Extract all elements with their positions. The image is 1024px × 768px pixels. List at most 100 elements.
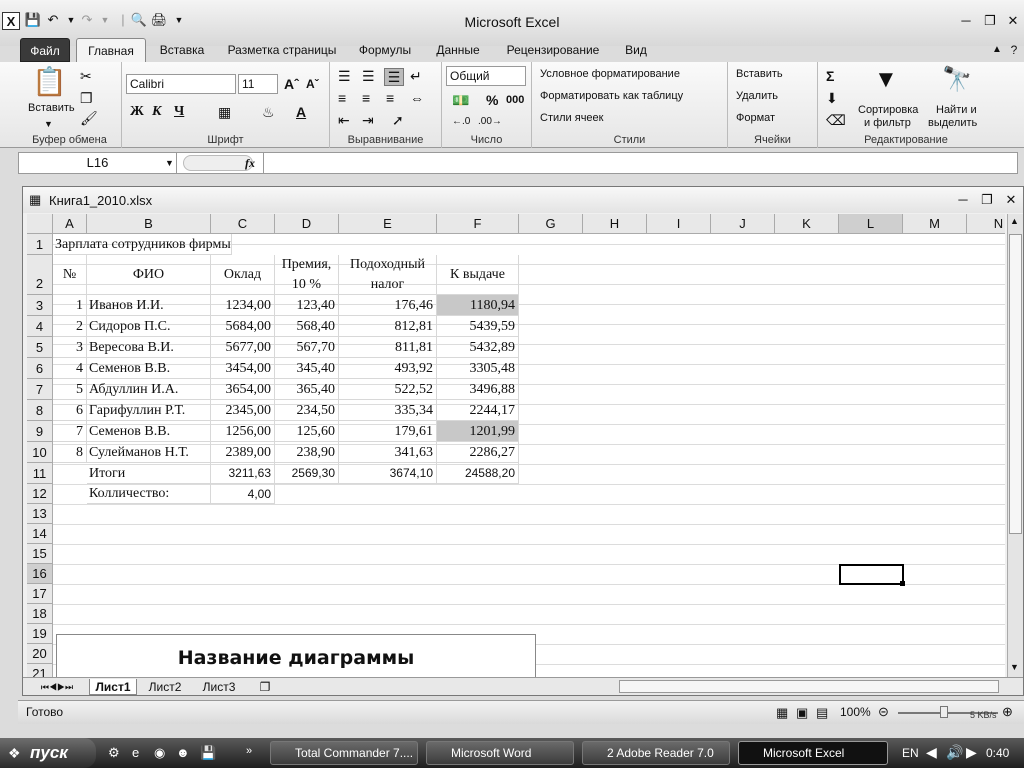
row-header[interactable]: 10	[27, 442, 53, 463]
zoom-slider-thumb[interactable]	[940, 706, 948, 718]
totals-tax[interactable]: 3674,10	[339, 463, 437, 484]
cell-bonus[interactable]: 567,70	[275, 337, 339, 358]
cell-pay[interactable]: 3496,88	[437, 379, 519, 400]
row-header[interactable]: 4	[27, 316, 53, 337]
row-header[interactable]: 3	[27, 295, 53, 316]
align-left-icon[interactable]: ≡	[338, 90, 346, 106]
zoom-out-icon[interactable]: ⊝	[878, 704, 889, 720]
cell-bonus[interactable]: 238,90	[275, 442, 339, 463]
tab-page-layout[interactable]: Разметка страницы	[222, 38, 342, 62]
column-header[interactable]: A	[53, 214, 87, 234]
underline-button[interactable]: Ч	[174, 104, 184, 120]
delete-cells-button[interactable]: Удалить	[736, 90, 778, 102]
row-header[interactable]: 5	[27, 337, 53, 358]
orientation-icon[interactable]: ➚	[392, 112, 404, 128]
find-select-button[interactable]: Найти и	[936, 104, 977, 116]
column-header[interactable]: J	[711, 214, 775, 234]
task-adobe-reader[interactable]: 2 Adobe Reader 7.0	[582, 741, 730, 765]
cell-fio[interactable]: Сидоров П.С.	[87, 316, 211, 337]
merge-center-icon[interactable]: ⇔	[410, 90, 424, 106]
increase-decimal-icon[interactable]: ←.0	[452, 114, 470, 130]
paste-button[interactable]: Вставить	[28, 102, 75, 114]
tab-home[interactable]: Главная	[76, 38, 146, 62]
row-header[interactable]: 14	[27, 524, 53, 544]
cell-num[interactable]: 6	[53, 400, 87, 421]
column-header[interactable]: I	[647, 214, 711, 234]
formula-input[interactable]	[263, 153, 1015, 173]
totals-bonus[interactable]: 2569,30	[275, 463, 339, 484]
zoom-level[interactable]: 100%	[840, 705, 871, 719]
cell-fio[interactable]: Сулейманов Н.Т.	[87, 442, 211, 463]
task-word[interactable]: Microsoft Word	[426, 741, 574, 765]
header-tax[interactable]: Подоходный налог	[339, 255, 437, 295]
cell-tax[interactable]: 811,81	[339, 337, 437, 358]
row-header[interactable]: 19	[27, 624, 53, 644]
chart-title[interactable]: Название диаграммы	[57, 647, 535, 669]
format-as-table-button[interactable]: Форматировать как таблицу	[540, 90, 683, 102]
name-box-dropdown-icon[interactable]: ▼	[165, 153, 174, 173]
cell-pay[interactable]: 1180,94	[437, 295, 519, 316]
row-header[interactable]: 18	[27, 604, 53, 624]
column-header[interactable]: K	[775, 214, 839, 234]
cell-tax[interactable]: 341,63	[339, 442, 437, 463]
sheet-nav-icons[interactable]: ⏮◀▶⏭	[29, 679, 85, 695]
quicklaunch-icon-1[interactable]: ⚙	[108, 745, 120, 761]
totals-label[interactable]: Итоги	[87, 463, 211, 484]
scroll-up-icon[interactable]: ▲	[1010, 216, 1019, 226]
zoom-in-icon[interactable]: ⊕	[1002, 704, 1013, 720]
cell-fio[interactable]: Семенов В.В.	[87, 358, 211, 379]
italic-button[interactable]: К	[152, 104, 162, 120]
language-indicator[interactable]: EN	[902, 746, 919, 760]
cell-salary[interactable]: 1256,00	[211, 421, 275, 442]
cell-salary[interactable]: 5684,00	[211, 316, 275, 337]
column-header[interactable]: F	[437, 214, 519, 234]
cell-salary[interactable]: 3654,00	[211, 379, 275, 400]
close-icon[interactable]: ✕	[1003, 13, 1023, 29]
borders-icon[interactable]: ▦	[218, 104, 231, 120]
count-value[interactable]: 4,00	[211, 484, 275, 504]
align-bottom-icon[interactable]: ☰	[384, 68, 404, 86]
row-header[interactable]: 6	[27, 358, 53, 379]
cell-salary[interactable]: 3454,00	[211, 358, 275, 379]
cell-salary[interactable]: 2389,00	[211, 442, 275, 463]
tab-data[interactable]: Данные	[428, 38, 488, 62]
tray-icon-other[interactable]: ▶	[966, 744, 977, 761]
copy-icon[interactable]: ❐	[80, 90, 93, 106]
currency-icon[interactable]: 💵	[452, 92, 469, 108]
column-header[interactable]: G	[519, 214, 583, 234]
cell-fio[interactable]: Семенов В.В.	[87, 421, 211, 442]
row-header[interactable]: 8	[27, 400, 53, 421]
sheet-tab-2[interactable]: Лист2	[141, 679, 189, 695]
align-center-icon[interactable]: ≡	[362, 90, 370, 106]
row-header[interactable]: 20	[27, 644, 53, 664]
cell-fio[interactable]: Абдуллин И.А.	[87, 379, 211, 400]
paste-icon[interactable]: 📋	[32, 66, 67, 98]
worksheet-grid[interactable]: A B C D E F G H I J K L M N 1 2 3 4 5 6 …	[27, 214, 1005, 678]
find-select-icon[interactable]: 🔭	[942, 66, 972, 94]
cell-num[interactable]: 7	[53, 421, 87, 442]
clear-icon[interactable]: ⌫	[826, 112, 846, 128]
format-cells-button[interactable]: Формат	[736, 112, 775, 124]
cut-icon[interactable]: ✂	[80, 68, 92, 84]
quicklaunch-icon-5[interactable]: 💾	[200, 745, 216, 761]
view-normal-icon[interactable]: ▦	[776, 705, 788, 721]
quicklaunch-icon-3[interactable]: ◉	[154, 745, 165, 761]
font-color-icon[interactable]: A	[296, 104, 306, 120]
decrease-font-icon[interactable]: Aˇ	[306, 76, 319, 92]
increase-font-icon[interactable]: Aˆ	[284, 76, 299, 92]
task-total-commander[interactable]: Total Commander 7....	[270, 741, 418, 765]
cell-salary[interactable]: 2345,00	[211, 400, 275, 421]
row-header[interactable]: 17	[27, 584, 53, 604]
cell-num[interactable]: 1	[53, 295, 87, 316]
cell-tax[interactable]: 176,46	[339, 295, 437, 316]
increase-indent-icon[interactable]: ⇥	[362, 112, 374, 128]
header-num[interactable]: №	[53, 255, 87, 295]
sort-filter-button[interactable]: Сортировка	[858, 104, 918, 116]
percent-button[interactable]: %	[486, 92, 498, 108]
help-icon[interactable]: ?	[1006, 38, 1022, 62]
cell-pay[interactable]: 2286,27	[437, 442, 519, 463]
cell-pay[interactable]: 3305,48	[437, 358, 519, 379]
quicklaunch-more-icon[interactable]: »	[246, 745, 252, 757]
row-header[interactable]: 15	[27, 544, 53, 564]
cell-pay[interactable]: 1201,99	[437, 421, 519, 442]
